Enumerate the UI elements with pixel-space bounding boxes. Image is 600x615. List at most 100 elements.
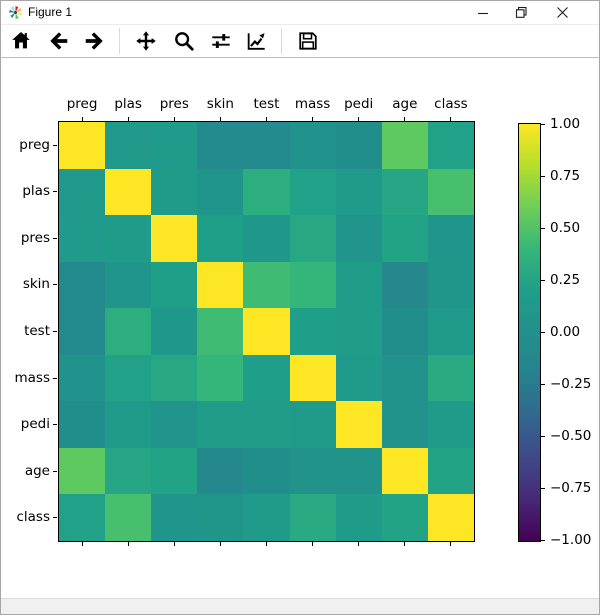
bottom-tick-mark (266, 542, 267, 546)
top-tick-mark (220, 117, 221, 121)
close-button[interactable] (540, 1, 584, 24)
heatmap-cell (197, 122, 243, 169)
heatmap-cell (151, 448, 197, 495)
row-label: preg (1, 137, 50, 154)
left-tick-mark (53, 331, 57, 332)
top-tick-mark (404, 117, 405, 121)
heatmap-cell (105, 308, 151, 355)
heatmap-cell (428, 262, 474, 309)
colorbar-tick-mark (541, 280, 545, 281)
heatmap-cell (428, 448, 474, 495)
heatmap-cell (290, 122, 336, 169)
heatmap-cell (243, 262, 289, 309)
heatmap-cell (243, 494, 289, 541)
heatmap-cell (428, 401, 474, 448)
close-icon (556, 6, 569, 19)
pan-move-icon (135, 30, 157, 52)
heatmap-cell (243, 448, 289, 495)
top-tick-mark (312, 117, 313, 121)
back-button[interactable] (45, 27, 73, 55)
top-tick-mark (266, 117, 267, 121)
top-tick-mark (358, 117, 359, 121)
left-tick-mark (53, 284, 57, 285)
heatmap-cell (105, 355, 151, 402)
toolbar (1, 25, 599, 58)
forward-button[interactable] (80, 27, 108, 55)
column-label: preg (59, 96, 105, 113)
colorbar-tick-mark (541, 488, 545, 489)
heatmap-cell (382, 355, 428, 402)
heatmap-cell (336, 169, 382, 216)
heatmap-cell (382, 401, 428, 448)
restore-button[interactable] (502, 1, 540, 24)
heatmap-cell (105, 215, 151, 262)
heatmap-cell (59, 401, 105, 448)
bottom-tick-mark (358, 542, 359, 546)
row-label: mass (1, 370, 50, 387)
heatmap-cell (290, 262, 336, 309)
heatmap-cell (428, 494, 474, 541)
heatmap-cell (290, 448, 336, 495)
column-label: plas (105, 96, 151, 113)
heatmap-cell (290, 169, 336, 216)
left-tick-mark (53, 424, 57, 425)
edit-parameters-button[interactable] (242, 27, 270, 55)
heatmap-cell (197, 262, 243, 309)
heatmap-cell (151, 494, 197, 541)
bottom-tick-mark (404, 542, 405, 546)
heatmap-cell (336, 448, 382, 495)
bottom-tick-mark (174, 542, 175, 546)
line-chart-icon (245, 30, 267, 52)
heatmap-cell (151, 215, 197, 262)
heatmap-cell (382, 215, 428, 262)
configure-subplots-button[interactable] (207, 27, 235, 55)
titlebar: Figure 1 (1, 1, 599, 25)
heatmap-cell (151, 308, 197, 355)
heatmap-cell (243, 308, 289, 355)
heatmap-cell (59, 169, 105, 216)
heatmap-cell (105, 401, 151, 448)
heatmap-cell (290, 494, 336, 541)
heatmap-cell (151, 122, 197, 169)
colorbar (518, 123, 541, 542)
colorbar-tick-mark (541, 332, 545, 333)
heatmap-cell (382, 262, 428, 309)
row-label: age (1, 463, 50, 480)
row-label: test (1, 323, 50, 340)
zoom-button[interactable] (170, 27, 198, 55)
column-label: mass (290, 96, 336, 113)
pan-button[interactable] (132, 27, 160, 55)
heatmap-cell (336, 401, 382, 448)
heatmap-cell (428, 122, 474, 169)
magnifier-icon (173, 30, 195, 52)
save-button[interactable] (294, 27, 322, 55)
toolbar-separator (119, 28, 120, 54)
bottom-tick-mark (128, 542, 129, 546)
heatmap-cell (105, 262, 151, 309)
home-button[interactable] (7, 27, 35, 55)
colorbar-tick-label: 0.50 (550, 220, 598, 237)
top-tick-mark (174, 117, 175, 121)
heatmap-cell (243, 122, 289, 169)
heatmap-cell (197, 355, 243, 402)
heatmap-cell (59, 494, 105, 541)
left-tick-mark (53, 471, 57, 472)
heatmap-cell (243, 401, 289, 448)
forward-arrow-icon (83, 30, 105, 52)
column-label: age (382, 96, 428, 113)
colorbar-tick-mark (541, 176, 545, 177)
colorbar-tick-label: −0.25 (550, 376, 598, 393)
heatmap-cell (59, 355, 105, 402)
column-label: pedi (336, 96, 382, 113)
heatmap-cell (151, 262, 197, 309)
colorbar-tick-label: −1.00 (550, 532, 598, 549)
minimize-button[interactable] (464, 1, 502, 24)
heatmap-cell (151, 355, 197, 402)
heatmap-cell (105, 494, 151, 541)
heatmap-cell (428, 308, 474, 355)
heatmap-cell (105, 122, 151, 169)
heatmap-cell (382, 494, 428, 541)
left-tick-mark (53, 238, 57, 239)
column-label: class (428, 96, 474, 113)
colorbar-tick-label: −0.75 (550, 480, 598, 497)
